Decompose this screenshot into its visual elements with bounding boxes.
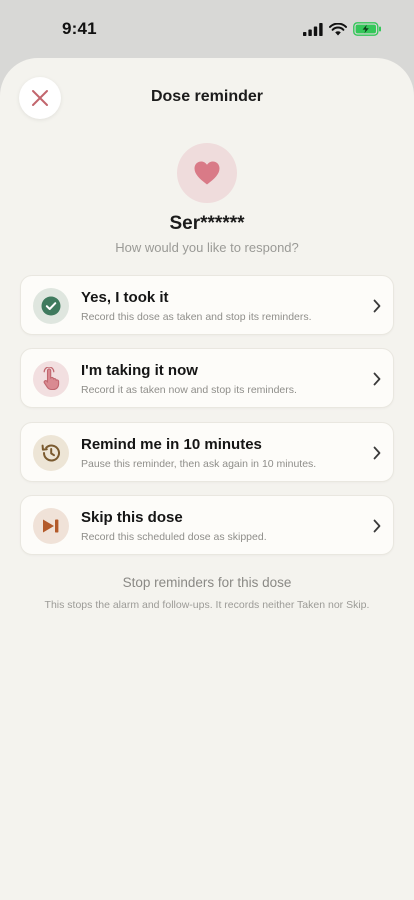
cellular-signal-icon	[303, 22, 323, 36]
option-title: Yes, I took it	[81, 289, 169, 306]
option-subtitle: Record this dose as taken and stop its r…	[81, 311, 312, 323]
option-skip-dose[interactable]: Skip this dose Record this scheduled dos…	[20, 495, 394, 555]
option-title: I'm taking it now	[81, 362, 198, 379]
medication-name: Ser******	[169, 213, 245, 234]
chevron-right-icon	[373, 299, 381, 313]
battery-charging-icon	[353, 22, 381, 36]
option-taking-now[interactable]: I'm taking it now Record it as taken now…	[20, 348, 394, 408]
option-subtitle: Record this scheduled dose as skipped.	[81, 531, 267, 543]
chevron-right-icon	[373, 519, 381, 533]
option-took-it[interactable]: Yes, I took it Record this dose as taken…	[20, 275, 394, 335]
option-remind-later[interactable]: Remind me in 10 minutes Pause this remin…	[20, 422, 394, 482]
option-subtitle: Record it as taken now and stop its remi…	[81, 384, 297, 396]
skip-forward-icon	[43, 519, 59, 533]
sheet-title: Dose reminder	[150, 88, 264, 105]
status-time: 9:41	[62, 19, 97, 38]
dose-reminder-sheet: Dose reminder Ser****** How would you li…	[0, 58, 414, 900]
chevron-right-icon	[373, 372, 381, 386]
check-icon	[41, 296, 61, 316]
option-icon-wrap	[33, 508, 69, 544]
option-subtitle: Pause this reminder, then ask again in 1…	[81, 458, 317, 470]
option-icon-wrap	[33, 435, 69, 471]
heart-icon	[194, 161, 220, 185]
stop-reminders-button[interactable]: Stop reminders for this dose	[0, 575, 414, 590]
option-title: Remind me in 10 minutes	[81, 436, 262, 453]
stop-reminders-description: This stops the alarm and follow-ups. It …	[44, 599, 370, 611]
status-bar: 9:41	[0, 0, 414, 60]
status-icons	[303, 22, 382, 36]
hand-pointer-icon	[43, 367, 60, 391]
history-icon	[41, 444, 60, 462]
medication-avatar	[177, 143, 237, 203]
wifi-icon	[329, 22, 347, 35]
option-icon-wrap	[33, 288, 69, 324]
chevron-right-icon	[373, 446, 381, 460]
option-icon-wrap	[33, 361, 69, 397]
option-title: Skip this dose	[81, 509, 183, 526]
response-prompt: How would you like to respond?	[115, 240, 299, 255]
